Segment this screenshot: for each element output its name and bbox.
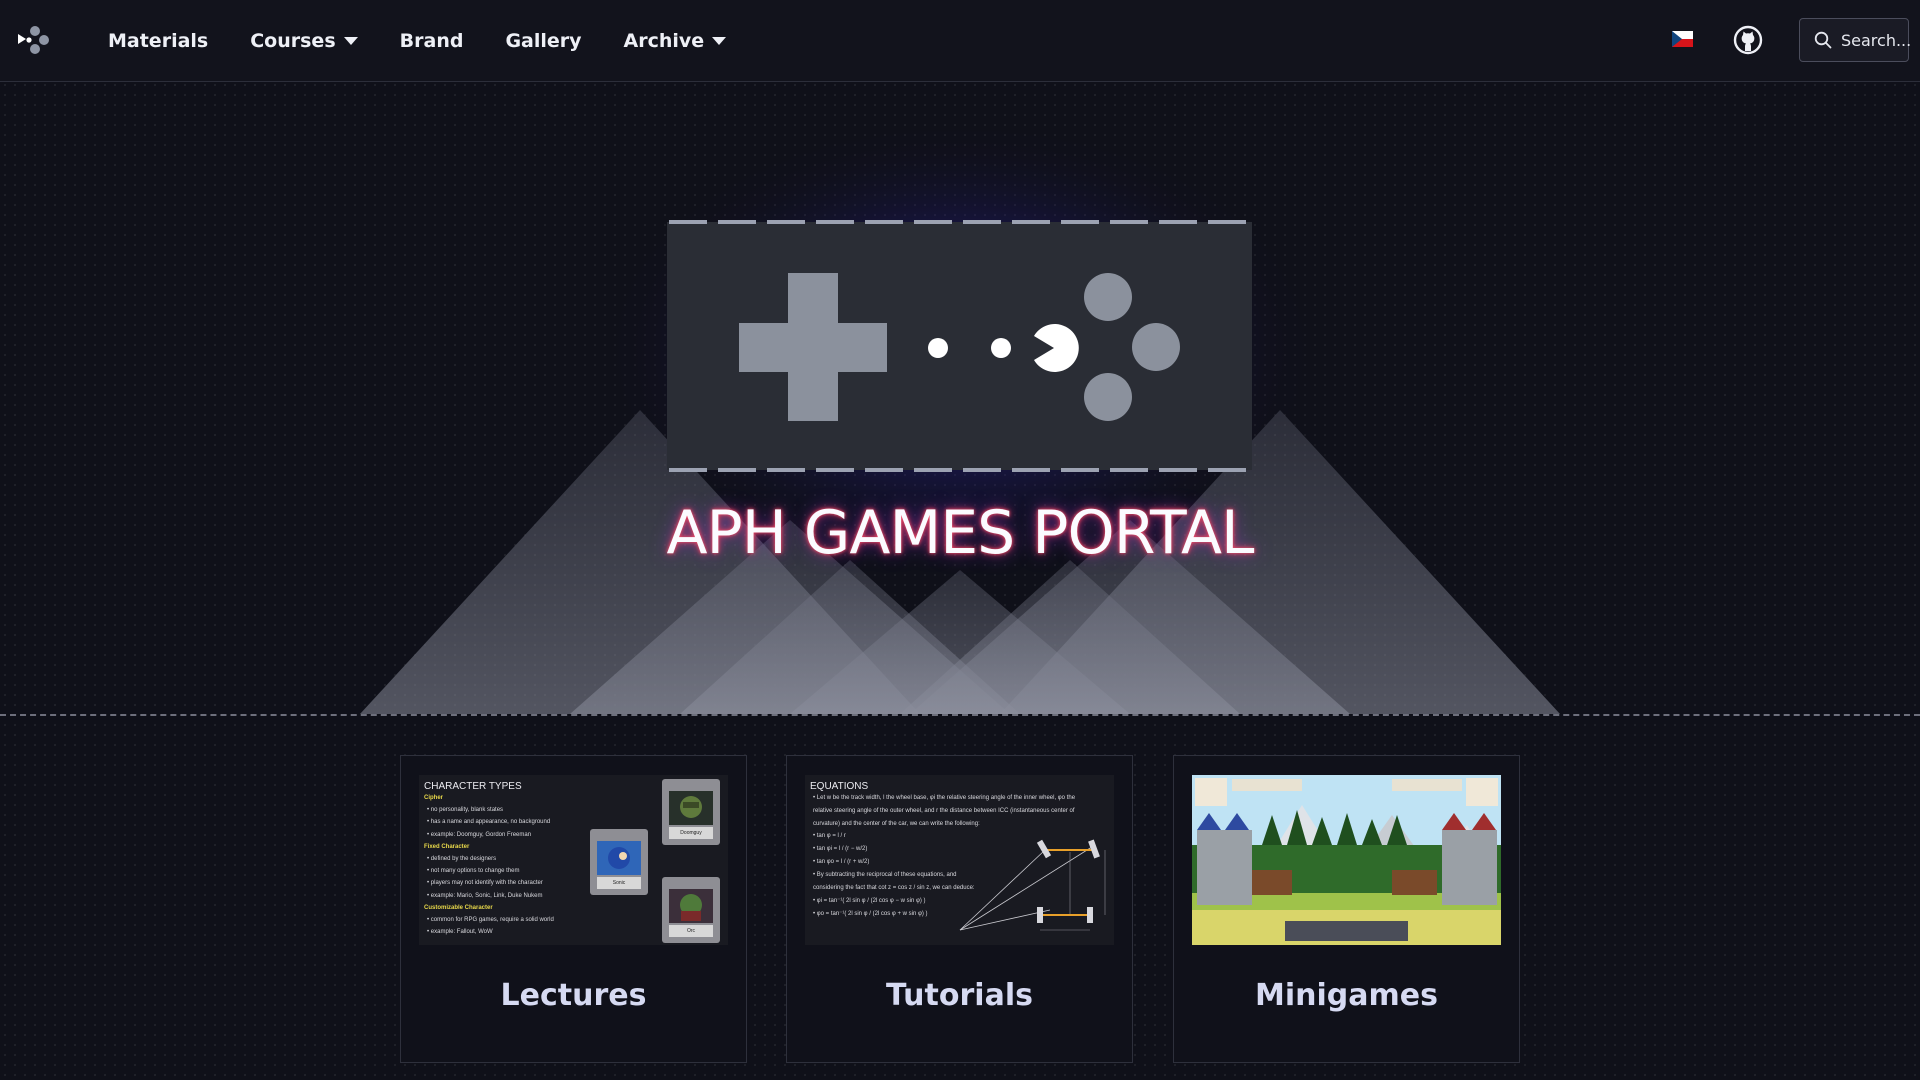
slide-text-line: • has a name and appearance, no backgrou…: [427, 819, 551, 826]
card-lectures[interactable]: CHARACTER TYPES Cipher • no personality, …: [400, 755, 747, 1063]
slide-text-line: relative steering angle of the outer whe…: [813, 807, 1075, 814]
slide-text-line: • defined by the designers: [427, 856, 497, 862]
cartridge-label: Sonic: [597, 877, 641, 889]
nav-gallery[interactable]: Gallery: [505, 30, 581, 52]
slide-text-line: • tan φo = l / (r + w/2): [813, 859, 870, 865]
slide-text-line: • no personality, blank states: [427, 807, 504, 814]
lecture-slide-title: CHARACTER TYPES: [424, 781, 522, 792]
slide-text-line: • common for RPG games, require a solid …: [427, 917, 554, 923]
card-tutorials-label: Tutorials: [886, 978, 1033, 1013]
chevron-down-icon: [712, 37, 727, 45]
cartridge-label: Doomguy: [669, 827, 713, 839]
search-label: Search...: [1841, 30, 1912, 50]
card-tutorials[interactable]: EQUATIONS • Let w be the track width, l …: [786, 755, 1133, 1063]
top-navbar: Materials Courses Brand Gallery Archive …: [0, 0, 1920, 82]
nav-courses-label: Courses: [250, 30, 336, 52]
slide-text-line: • example: Fallout, WoW: [427, 929, 493, 936]
nav-brand[interactable]: Brand: [400, 30, 464, 52]
slide-text-line: • tan φ = l / r: [813, 833, 846, 840]
chevron-down-icon: [343, 37, 358, 45]
search-icon: [1814, 31, 1832, 49]
hero-banner: [360, 120, 1560, 714]
card-minigames-label: Minigames: [1255, 978, 1438, 1013]
slide-text-line: Customizable Character: [424, 904, 493, 911]
site-logo-icon[interactable]: [16, 22, 52, 58]
slide-text-line: • φi = tan⁻¹( 2l sin φ / (2l cos φ − w s…: [813, 898, 926, 905]
steering-diagram-icon: [959, 839, 1106, 931]
slide-text-line: • not many options to change them: [427, 868, 520, 875]
slide-text-line: • tan φi = l / (r − w/2): [813, 846, 868, 853]
tutorial-slide-title: EQUATIONS: [810, 781, 869, 792]
search-button[interactable]: Search...: [1799, 18, 1912, 62]
slide-text-line: • Let w be the track width, l the wheel …: [813, 795, 1076, 801]
nav-courses-dropdown[interactable]: Courses: [250, 30, 358, 52]
slide-text-line: • By subtracting the reciprocal of these…: [813, 871, 957, 878]
page-title: APH GAMES PORTAL: [666, 498, 1255, 568]
cartridge-doomguy: Doomguy: [662, 779, 720, 845]
nav-materials-label: Materials: [108, 30, 209, 52]
nav-links: Materials Courses Brand Gallery Archive: [108, 0, 768, 82]
slide-text-line: • players may not identify with the char…: [427, 880, 543, 887]
tutorials-thumbnail: EQUATIONS • Let w be the track width, l …: [805, 775, 1114, 945]
slide-text-line: • example: Mario, Sonic, Link, Duke Nuke…: [427, 892, 543, 899]
slide-text-line: Fixed Character: [424, 843, 470, 850]
gamepad-logo-icon: [667, 220, 1252, 472]
slide-text-line: curvature) and the center of the car, we…: [813, 820, 980, 827]
czech-flag-icon[interactable]: [1672, 31, 1693, 47]
nav-gallery-label: Gallery: [505, 30, 582, 52]
cartridge-label: Orc: [669, 925, 713, 937]
lectures-thumbnail: CHARACTER TYPES Cipher • no personality, …: [419, 775, 728, 945]
hero-divider: [0, 714, 1920, 716]
nav-materials[interactable]: Materials: [108, 30, 208, 52]
nav-brand-label: Brand: [399, 30, 464, 52]
minigame-screenshot-icon: [1192, 775, 1501, 945]
cartridge-orc: Orc: [662, 877, 720, 943]
card-lectures-label: Lectures: [500, 978, 647, 1013]
cartridge-sonic: Sonic: [590, 829, 648, 895]
nav-archive-label: Archive: [623, 30, 705, 52]
slide-text-line: • φo = tan⁻¹( 2l sin φ / (2l cos φ + w s…: [813, 911, 928, 918]
github-icon[interactable]: [1733, 25, 1763, 55]
slide-text-line: • example: Doomguy, Gordon Freeman: [427, 831, 532, 838]
slide-text-line: considering the fact that cot z = cos z …: [813, 884, 975, 891]
minigames-thumbnail: [1192, 775, 1501, 945]
slide-text-line: Cipher: [424, 795, 444, 801]
card-minigames[interactable]: Minigames: [1173, 755, 1520, 1063]
nav-archive-dropdown[interactable]: Archive: [624, 30, 727, 52]
